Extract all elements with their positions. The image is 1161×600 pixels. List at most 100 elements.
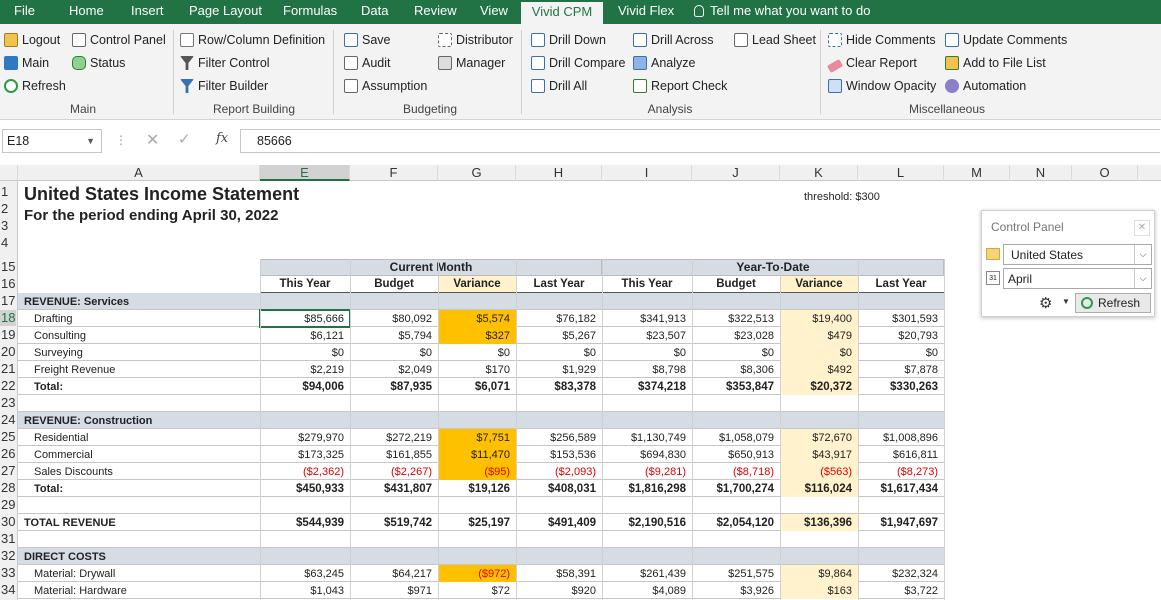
cancel-icon[interactable]: ✕ xyxy=(146,130,159,150)
value-cell[interactable]: $261,439 xyxy=(602,566,686,582)
value-cell[interactable]: $64,217 xyxy=(350,566,432,582)
column-header-n[interactable]: N xyxy=(1010,165,1072,181)
value-cell[interactable]: $301,593 xyxy=(858,311,938,327)
variance-cell[interactable]: $6,071 xyxy=(438,379,510,395)
update-comments-button[interactable]: Update Comments xyxy=(945,30,1067,50)
tab-insert[interactable]: Insert xyxy=(131,0,164,24)
value-cell[interactable]: $519,742 xyxy=(350,515,432,531)
row-number[interactable]: 32 xyxy=(0,548,16,564)
column-header-k[interactable]: K xyxy=(780,165,858,181)
value-cell[interactable]: $80,092 xyxy=(350,311,432,327)
logout-button[interactable]: Logout xyxy=(4,30,60,50)
function-icon[interactable]: fx xyxy=(216,131,228,146)
column-header-h[interactable]: H xyxy=(516,165,602,181)
value-cell[interactable]: $23,507 xyxy=(602,328,686,344)
row-number[interactable]: 29 xyxy=(0,497,16,513)
row-number[interactable]: 24 xyxy=(0,412,16,428)
clear-report-button[interactable]: Clear Report xyxy=(826,53,917,73)
column-header-f[interactable]: F xyxy=(350,165,438,181)
row-number[interactable]: 28 xyxy=(0,480,16,496)
variance-cell[interactable]: $327 xyxy=(438,328,510,344)
variance-cell[interactable]: $7,751 xyxy=(438,430,510,446)
value-cell[interactable]: $2,219 xyxy=(260,362,344,378)
variance-cell[interactable]: ($95) xyxy=(438,464,510,480)
value-cell[interactable]: $63,245 xyxy=(260,566,344,582)
row-number[interactable]: 26 xyxy=(0,446,16,462)
row-number[interactable]: 19 xyxy=(0,327,16,343)
save-button[interactable]: Save xyxy=(344,30,391,50)
value-cell[interactable]: $23,028 xyxy=(692,328,774,344)
row-number[interactable]: 4 xyxy=(0,235,16,251)
value-cell[interactable]: $650,913 xyxy=(692,447,774,463)
row-number[interactable]: 25 xyxy=(0,429,16,445)
value-cell[interactable]: ($2,362) xyxy=(260,464,344,480)
value-cell[interactable]: $1,929 xyxy=(516,362,596,378)
entity-select[interactable]: United States ⌵ xyxy=(1003,244,1152,265)
column-header-l[interactable]: L xyxy=(858,165,944,181)
value-cell[interactable]: $232,324 xyxy=(858,566,938,582)
variance-cell[interactable]: $5,574 xyxy=(438,311,510,327)
tab-home[interactable]: Home xyxy=(69,0,104,24)
value-cell[interactable]: $694,830 xyxy=(602,447,686,463)
value-cell[interactable]: $3,926 xyxy=(692,583,774,599)
variance-cell[interactable]: $163 xyxy=(780,583,852,599)
value-cell[interactable]: $1,008,896 xyxy=(858,430,938,446)
value-cell[interactable]: $8,306 xyxy=(692,362,774,378)
column-header-g[interactable]: G xyxy=(438,165,516,181)
variance-cell[interactable]: $11,470 xyxy=(438,447,510,463)
filter-control-button[interactable]: Filter Control xyxy=(180,53,270,73)
row-number[interactable]: 22 xyxy=(0,378,16,394)
value-cell[interactable]: $971 xyxy=(350,583,432,599)
name-box[interactable]: E18 ▼ xyxy=(2,129,102,153)
tab-formulas[interactable]: Formulas xyxy=(283,0,337,24)
row-number[interactable]: 33 xyxy=(0,565,16,581)
value-cell[interactable]: ($8,273) xyxy=(858,464,938,480)
row-number[interactable]: 27 xyxy=(0,463,16,479)
tab-review[interactable]: Review xyxy=(414,0,457,24)
tab-view[interactable]: View xyxy=(480,0,508,24)
row-number[interactable]: 15 xyxy=(0,259,16,275)
variance-cell[interactable]: $0 xyxy=(780,345,852,361)
add-to-file-list-button[interactable]: Add to File List xyxy=(945,53,1046,73)
value-cell[interactable]: $353,847 xyxy=(692,379,774,395)
tab-page-layout[interactable]: Page Layout xyxy=(189,0,262,24)
column-header-m[interactable]: M xyxy=(944,165,1010,181)
row-number[interactable]: 2 xyxy=(0,201,16,217)
value-cell[interactable]: $8,798 xyxy=(602,362,686,378)
value-cell[interactable]: $431,807 xyxy=(350,481,432,497)
value-cell[interactable]: $322,513 xyxy=(692,311,774,327)
control-panel-button[interactable]: Control Panel xyxy=(72,30,166,50)
row-number[interactable]: 17 xyxy=(0,293,16,309)
filter-builder-button[interactable]: Filter Builder xyxy=(180,76,268,96)
value-cell[interactable]: $0 xyxy=(602,345,686,361)
value-cell[interactable]: $173,325 xyxy=(260,447,344,463)
tab-file[interactable]: File xyxy=(14,0,35,24)
value-cell[interactable]: $2,190,516 xyxy=(602,515,686,531)
value-cell[interactable]: $0 xyxy=(858,345,938,361)
refresh-button[interactable]: Refresh xyxy=(1075,293,1151,313)
row-number[interactable]: 21 xyxy=(0,361,16,377)
value-cell[interactable]: ($2,267) xyxy=(350,464,432,480)
row-number[interactable]: 20 xyxy=(0,344,16,360)
variance-cell[interactable]: $19,400 xyxy=(780,311,852,327)
value-cell[interactable]: $58,391 xyxy=(516,566,596,582)
status-button[interactable]: Status xyxy=(72,53,125,73)
variance-cell[interactable]: $136,396 xyxy=(780,515,852,531)
variance-cell[interactable]: $479 xyxy=(780,328,852,344)
value-cell[interactable]: $87,935 xyxy=(350,379,432,395)
value-cell[interactable]: $5,267 xyxy=(516,328,596,344)
value-cell[interactable]: $7,878 xyxy=(858,362,938,378)
distributor-button[interactable]: Distributor xyxy=(438,30,513,50)
value-cell[interactable]: $491,409 xyxy=(516,515,596,531)
audit-button[interactable]: Audit xyxy=(344,53,391,73)
value-cell[interactable]: $3,722 xyxy=(858,583,938,599)
variance-cell[interactable]: $9,864 xyxy=(780,566,852,582)
value-cell[interactable]: $1,617,434 xyxy=(858,481,938,497)
variance-cell[interactable]: $116,024 xyxy=(780,481,852,497)
value-cell[interactable]: $920 xyxy=(516,583,596,599)
value-cell[interactable]: $0 xyxy=(260,345,344,361)
variance-cell[interactable]: $43,917 xyxy=(780,447,852,463)
column-header-a[interactable]: A xyxy=(18,165,260,181)
value-cell[interactable]: $256,589 xyxy=(516,430,596,446)
value-cell[interactable]: $6,121 xyxy=(260,328,344,344)
